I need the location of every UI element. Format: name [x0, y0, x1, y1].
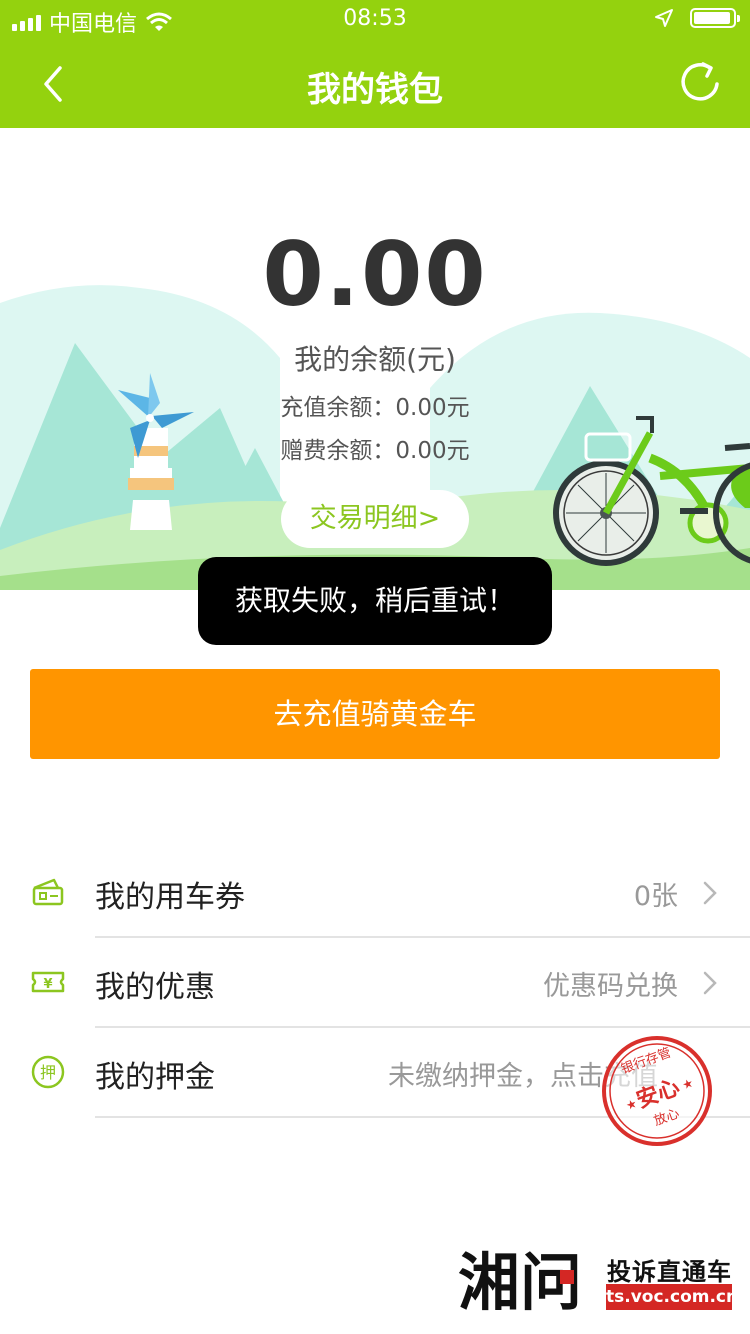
wallet-hero: 0.00 我的余额(元) 充值余额：0.00元 赠费余额：0.00元 交易明细> — [0, 128, 750, 590]
menu-label: 我的押金 — [95, 1060, 215, 1095]
battery-icon — [690, 8, 740, 28]
yen-coupon-icon: ¥ — [31, 971, 65, 993]
balance-amount: 0.00 — [262, 223, 488, 326]
menu-item-ride-coupons[interactable]: 我的用车券 0张 — [0, 848, 750, 936]
chevron-right-icon — [703, 971, 717, 995]
watermark-url: ts.voc.com.cn — [606, 1284, 738, 1310]
deposit-icon-glyph: 押 — [40, 1063, 56, 1082]
page-title: 我的钱包 — [307, 70, 443, 110]
balance-label: 我的余额(元) — [294, 343, 456, 376]
bank-custody-stamp: 银行存管 安心 ★ ★ 放心 — [602, 1036, 712, 1146]
status-bar: 中国电信 08:53 — [0, 0, 750, 40]
menu-value: 优惠码兑换 — [543, 971, 678, 1002]
recharge-button[interactable]: 去充值骑黄金车 — [30, 669, 720, 759]
transaction-details-button[interactable]: 交易明细> — [281, 490, 469, 548]
menu-value: 0张 — [633, 881, 678, 912]
chevron-right-icon — [703, 881, 717, 905]
svg-text:¥: ¥ — [43, 977, 52, 992]
location-arrow-icon — [655, 9, 673, 27]
menu-label: 我的用车券 — [95, 880, 245, 915]
watermark-logo: 湘问 — [458, 1246, 582, 1319]
watermark-title: 投诉直通车 — [607, 1258, 732, 1286]
navigation-bar: 我的钱包 — [0, 40, 750, 128]
ticket-icon — [32, 878, 64, 906]
clock: 08:53 — [343, 6, 407, 31]
refresh-icon[interactable] — [676, 58, 724, 108]
deposit-icon: 押 — [31, 1055, 65, 1089]
error-toast: 获取失败，稍后重试！ — [198, 557, 552, 645]
gift-balance: 赠费余额：0.00元 — [280, 438, 470, 464]
menu-label: 我的优惠 — [95, 970, 215, 1005]
recharge-balance: 充值余额：0.00元 — [280, 395, 470, 421]
menu-item-discounts[interactable]: ¥ 我的优惠 优惠码兑换 — [0, 938, 750, 1026]
